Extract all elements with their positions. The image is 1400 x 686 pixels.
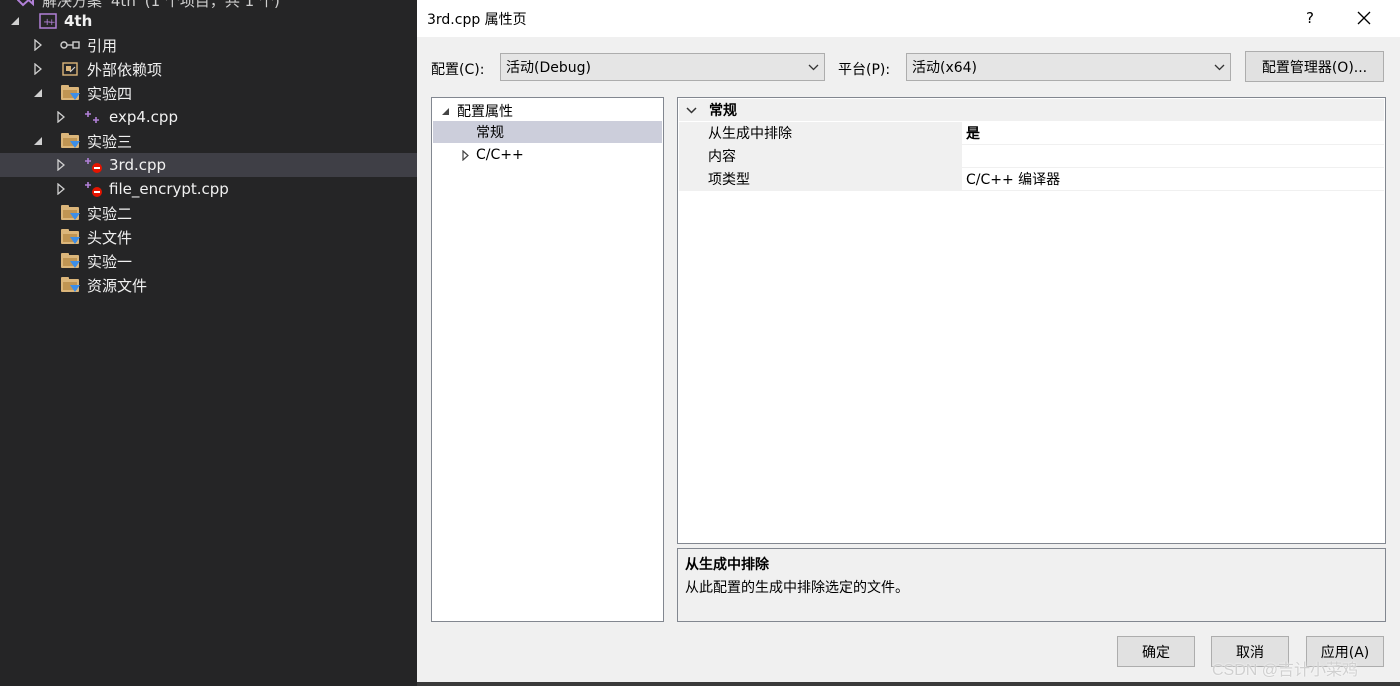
filter-folder-icon xyxy=(60,132,80,150)
expand-closed-icon[interactable] xyxy=(459,149,471,161)
tree-item-label: 实验三 xyxy=(87,132,133,151)
description-panel: 从生成中排除 从此配置的生成中排除选定的文件。 xyxy=(677,548,1386,622)
ok-button[interactable]: 确定 xyxy=(1117,636,1195,667)
grid-category-general[interactable]: 常规 xyxy=(679,99,1384,121)
close-icon xyxy=(1357,11,1371,25)
tree-item-label: 配置属性 xyxy=(457,104,513,120)
grid-row-item-type[interactable]: 项类型 C/C++ 编译器 xyxy=(679,168,1384,191)
tree-item-external-deps[interactable]: 外部依赖项 xyxy=(0,57,417,81)
dialog-title: 3rd.cpp 属性页 xyxy=(427,12,527,28)
tree-item-config-properties[interactable]: 配置属性 xyxy=(433,100,662,122)
tree-item-filter-exp4[interactable]: 实验四 xyxy=(0,81,417,105)
expand-closed-icon[interactable] xyxy=(31,62,45,76)
tree-item-label: 实验一 xyxy=(87,252,133,271)
expand-open-icon[interactable] xyxy=(439,105,451,117)
property-pages-dialog: 3rd.cpp 属性页 ? 配置(C): 活动(Debug) 平台(P): 活动… xyxy=(417,0,1400,682)
dialog-titlebar[interactable]: 3rd.cpp 属性页 ? xyxy=(417,0,1400,37)
filter-folder-icon xyxy=(60,252,80,270)
config-manager-button[interactable]: 配置管理器(O)... xyxy=(1245,51,1384,82)
project-node[interactable]: + + 4th xyxy=(0,9,417,33)
tree-item-label: C/C++ xyxy=(476,147,524,163)
tree-item-exp4-cpp[interactable]: exp4.cpp xyxy=(0,105,417,129)
tree-item-filter-exp3[interactable]: 实验三 xyxy=(0,129,417,153)
grid-row-exclude[interactable]: 从生成中排除 是 xyxy=(679,122,1384,145)
tree-item-resource-files[interactable]: 资源文件 xyxy=(0,273,417,297)
description-title: 从生成中排除 xyxy=(685,557,769,573)
watermark: CSDN @吉计小菜鸡 xyxy=(1212,662,1359,679)
tree-item-filter-exp1[interactable]: 实验一 xyxy=(0,249,417,273)
config-label: 配置(C): xyxy=(431,62,485,78)
svg-text:+: + xyxy=(48,18,56,28)
grid-category-label: 常规 xyxy=(709,103,737,119)
expand-closed-icon[interactable] xyxy=(54,158,68,172)
chevron-down-icon xyxy=(1208,64,1230,71)
tree-item-label: exp4.cpp xyxy=(109,108,178,126)
platform-value: 活动(x64) xyxy=(912,60,978,76)
tree-item-cpp[interactable]: C/C++ xyxy=(433,144,662,166)
tree-item-label: 实验四 xyxy=(87,84,133,103)
expand-closed-icon[interactable] xyxy=(31,38,45,52)
filter-folder-icon xyxy=(60,276,80,294)
expand-closed-icon[interactable] xyxy=(54,110,68,124)
tree-item-header-files[interactable]: 头文件 xyxy=(0,225,417,249)
property-tree: 配置属性 常规 C/C++ xyxy=(431,97,664,622)
expand-open-icon[interactable] xyxy=(8,14,22,28)
platform-label: 平台(P): xyxy=(838,62,891,78)
tree-item-label: file_encrypt.cpp xyxy=(109,180,229,198)
tree-item-label: 实验二 xyxy=(87,204,133,223)
grid-row-content[interactable]: 内容 xyxy=(679,145,1384,168)
property-grid: 常规 从生成中排除 是 内容 项类型 C/C++ 编译器 xyxy=(677,97,1386,544)
tree-item-file-encrypt-cpp[interactable]: file_encrypt.cpp xyxy=(0,177,417,201)
tree-item-3rd-cpp[interactable]: 3rd.cpp xyxy=(0,153,417,177)
grid-property-value[interactable]: C/C++ 编译器 xyxy=(966,168,1384,190)
filter-folder-icon xyxy=(60,228,80,246)
grid-property-name: 从生成中排除 xyxy=(679,122,962,144)
background-strip xyxy=(417,682,1400,686)
cpp-file-icon xyxy=(83,108,103,126)
tree-item-label: 3rd.cpp xyxy=(109,156,167,174)
platform-dropdown[interactable]: 活动(x64) xyxy=(906,53,1231,81)
tree-item-label: 外部依赖项 xyxy=(87,60,163,79)
project-label: 4th xyxy=(64,12,93,30)
description-text: 从此配置的生成中排除选定的文件。 xyxy=(685,580,909,596)
config-dropdown[interactable]: 活动(Debug) xyxy=(500,53,825,81)
filter-folder-icon xyxy=(60,84,80,102)
cpp-file-excluded-icon xyxy=(83,180,103,198)
external-deps-icon xyxy=(60,60,80,78)
grid-property-value[interactable]: 是 xyxy=(966,122,1384,144)
cpp-project-icon: + + xyxy=(38,12,58,30)
tree-item-general[interactable]: 常规 xyxy=(433,121,662,143)
references-icon xyxy=(60,36,80,54)
config-value: 活动(Debug) xyxy=(506,60,591,76)
close-button[interactable] xyxy=(1347,4,1381,32)
grid-property-name: 内容 xyxy=(679,145,962,167)
solution-icon xyxy=(16,0,36,9)
expand-closed-icon[interactable] xyxy=(54,182,68,196)
cpp-file-excluded-icon xyxy=(83,156,103,174)
help-button[interactable]: ? xyxy=(1295,4,1325,32)
expand-open-icon[interactable] xyxy=(31,86,45,100)
tree-item-label: 引用 xyxy=(87,36,118,55)
grid-property-name: 项类型 xyxy=(679,168,962,190)
tree-item-label: 头文件 xyxy=(87,228,133,247)
tree-item-label: 常规 xyxy=(476,125,504,141)
expand-open-icon[interactable] xyxy=(31,134,45,148)
chevron-down-icon xyxy=(802,64,824,71)
chevron-down-icon[interactable] xyxy=(679,106,703,114)
solution-explorer: 解决方案 '4th' (1 个项目，共 1 个) + + 4th 引用 外部依赖项 xyxy=(0,0,417,686)
tree-item-label: 资源文件 xyxy=(87,276,148,295)
filter-folder-icon xyxy=(60,204,80,222)
tree-item-filter-exp2[interactable]: 实验二 xyxy=(0,201,417,225)
grid-property-value[interactable] xyxy=(966,145,1384,167)
tree-item-references[interactable]: 引用 xyxy=(0,33,417,57)
